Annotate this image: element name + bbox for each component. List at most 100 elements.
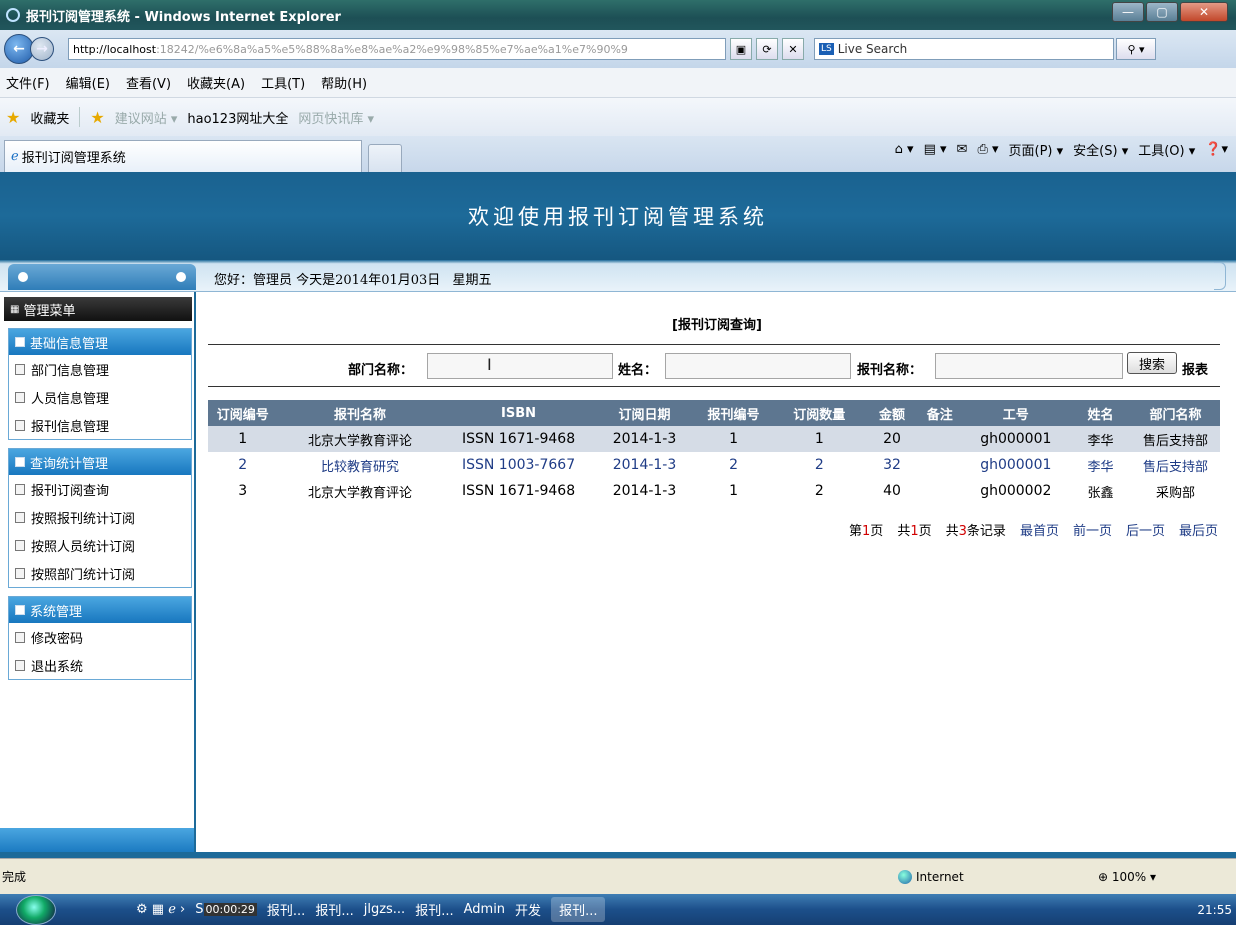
sidebar-item-sub-query[interactable]: 报刊订阅查询 <box>9 475 191 503</box>
sidebar-item-by-paper[interactable]: 按照报刊统计订阅 <box>9 503 191 531</box>
cell: ISSN 1671-9468 <box>461 483 576 499</box>
zoom-level[interactable]: ⊕ 100% ▾ <box>1098 870 1156 884</box>
taskbar-item-admin[interactable]: Admin <box>464 902 505 917</box>
sidebar-item-by-dept[interactable]: 按照部门统计订阅 <box>9 559 191 587</box>
cell: gh000002 <box>980 483 1052 499</box>
sidebar-item-label: 报刊订阅查询 <box>31 483 110 499</box>
cmd-page[interactable]: 页面(P) ▾ <box>1009 140 1064 159</box>
maximize-button[interactable]: ▢ <box>1146 2 1178 22</box>
fav-link-webslice[interactable]: 网页快讯库 ▾ <box>298 108 374 127</box>
dept-name-input[interactable] <box>427 353 613 379</box>
table-row[interactable]: 3 北京大学教育评论 ISSN 1671-9468 2014-1-3 1 2 4… <box>208 478 1220 504</box>
menu-favorites[interactable]: 收藏夹(A) <box>187 73 245 92</box>
help-icon[interactable]: ❓▾ <box>1205 142 1228 157</box>
person-name-input[interactable] <box>665 353 851 379</box>
prev-page-link[interactable]: 前一页 <box>1073 520 1112 539</box>
add-favorite-icon[interactable]: ★ <box>90 108 104 127</box>
taskbar-item-app[interactable]: 报刊... <box>415 900 453 919</box>
page-icon <box>15 539 25 551</box>
table-row[interactable]: 1 北京大学教育评论 ISSN 1671-9468 2014-1-3 1 1 2… <box>208 426 1220 452</box>
taskbar-item-doc[interactable]: 报刊... <box>315 900 353 919</box>
sidebar-item-label: 退出系统 <box>31 659 84 675</box>
sidebar-item-paper[interactable]: 报刊信息管理 <box>9 411 191 439</box>
last-page-link[interactable]: 最后页 <box>1179 520 1218 539</box>
sidebar-item-logout[interactable]: 退出系统 <box>9 651 191 679</box>
col-name: 姓名 <box>1070 400 1131 426</box>
menu-title: 管理菜单 <box>23 303 76 319</box>
paper-name-input[interactable] <box>935 353 1123 379</box>
search-button[interactable]: 搜索 <box>1127 352 1177 374</box>
security-zone: Internet <box>898 869 964 884</box>
compat-view-icon[interactable]: ▣ <box>730 38 752 60</box>
cell: 3 <box>238 483 248 499</box>
home-icon[interactable]: ⌂ ▾ <box>895 142 914 157</box>
sidebar-group-header[interactable]: 基础信息管理 <box>9 329 191 355</box>
taskbar-recorder[interactable]: S 00:00:29 <box>195 902 257 917</box>
close-button[interactable]: ✕ <box>1180 2 1228 22</box>
sidebar-item-password[interactable]: 修改密码 <box>9 623 191 651</box>
window-controls: — ▢ ✕ <box>1112 2 1228 22</box>
search-input[interactable]: LS Live Search <box>814 38 1114 60</box>
menu-view[interactable]: 查看(V) <box>126 73 171 92</box>
sidebar: ▦ 管理菜单 基础信息管理 部门信息管理 人员信息管理 报刊信息管理 查询统计管… <box>0 292 196 854</box>
sidebar-group-system: 系统管理 修改密码 退出系统 <box>8 596 192 680</box>
page-icon <box>15 363 25 375</box>
menu-file[interactable]: 文件(F) <box>6 73 50 92</box>
greeting-weekday: 星期五 <box>452 273 492 288</box>
print-icon[interactable]: ⎙ ▾ <box>977 142 998 157</box>
search-icon[interactable]: ⚲ ▾ <box>1116 38 1156 60</box>
address-host: http://localhost <box>73 42 157 56</box>
first-page-link[interactable]: 最首页 <box>1020 520 1059 539</box>
taskbar-item-ie[interactable]: 报刊... <box>551 897 606 922</box>
fav-link-suggested[interactable]: 建议网站 ▾ <box>115 108 178 127</box>
minimize-button[interactable]: — <box>1112 2 1144 22</box>
taskbar: ⚙ ▦ ℯ › S 00:00:29 报刊... 报刊... jlgzs... 报… <box>0 894 1236 925</box>
page-indicator: 第1页 <box>849 524 884 539</box>
sidebar-item-dept[interactable]: 部门信息管理 <box>9 355 191 383</box>
next-page-link[interactable]: 后一页 <box>1126 520 1165 539</box>
fav-link-hao123[interactable]: hao123网址大全 <box>187 108 288 127</box>
start-button[interactable] <box>16 894 56 925</box>
menu-edit[interactable]: 编辑(E) <box>66 73 110 92</box>
page-title: 欢迎使用报刊订阅管理系统 <box>468 205 768 229</box>
taskbar-item-jlgzs[interactable]: jlgzs... <box>364 902 405 917</box>
greeting-left-tab <box>8 264 196 290</box>
sidebar-item-by-staff[interactable]: 按照人员统计订阅 <box>9 531 191 559</box>
paper-label: 报刊名称： <box>857 363 923 378</box>
table-row[interactable]: 2 比较教育研究 ISSN 1003-7667 2014-1-3 2 2 32 … <box>208 452 1220 478</box>
cell <box>918 426 962 452</box>
cell: 2 <box>238 457 248 473</box>
sidebar-group-header[interactable]: 系统管理 <box>9 597 191 623</box>
sidebar-item-staff[interactable]: 人员信息管理 <box>9 383 191 411</box>
quicklaunch-icons[interactable]: ⚙ ▦ ℯ › <box>136 902 185 917</box>
cell: 2014-1-3 <box>612 457 677 473</box>
stop-icon[interactable]: ✕ <box>782 38 804 60</box>
live-search-logo: LS <box>819 43 834 55</box>
cmd-tools[interactable]: 工具(O) ▾ <box>1138 140 1195 159</box>
report-link[interactable]: 报表 <box>1182 359 1208 378</box>
favorites-bar: ★ 收藏夹 ★ 建议网站 ▾ hao123网址大全 网页快讯库 ▾ <box>0 98 1236 136</box>
refresh-icon[interactable]: ⟳ <box>756 38 778 60</box>
total-pages: 共1页 <box>897 524 932 539</box>
cell: ISSN 1003-7667 <box>461 457 576 473</box>
col-dept: 部门名称 <box>1130 400 1220 426</box>
menu-tools[interactable]: 工具(T) <box>261 73 305 92</box>
sidebar-item-label: 按照报刊统计订阅 <box>31 511 136 527</box>
address-field[interactable]: http://localhost :18242/%e6%8a%a5%e5%88%… <box>68 38 726 60</box>
menu-help[interactable]: 帮助(H) <box>321 73 367 92</box>
taskbar-item-folder[interactable]: 报刊... <box>267 900 305 919</box>
forward-button[interactable]: → <box>30 37 54 61</box>
mail-icon[interactable]: ✉ <box>957 142 968 157</box>
favorites-button[interactable]: 收藏夹 <box>30 108 69 127</box>
feeds-icon[interactable]: ▤ ▾ <box>924 142 947 157</box>
col-amount: 金额 <box>865 400 919 426</box>
tab-page-icon: ℯ <box>11 149 19 164</box>
sidebar-group-header[interactable]: 查询统计管理 <box>9 449 191 475</box>
cell: 比较教育研究 <box>321 459 400 475</box>
cmd-safety[interactable]: 安全(S) ▾ <box>1073 140 1128 159</box>
window-title: 报刊订阅管理系统 - Windows Internet Explorer <box>26 9 341 25</box>
taskbar-item-dev[interactable]: 开发 <box>515 900 541 919</box>
new-tab-button[interactable] <box>368 144 402 172</box>
cell: 李华 <box>1070 426 1131 452</box>
tab-current[interactable]: ℯ 报刊订阅管理系统 <box>4 140 362 172</box>
